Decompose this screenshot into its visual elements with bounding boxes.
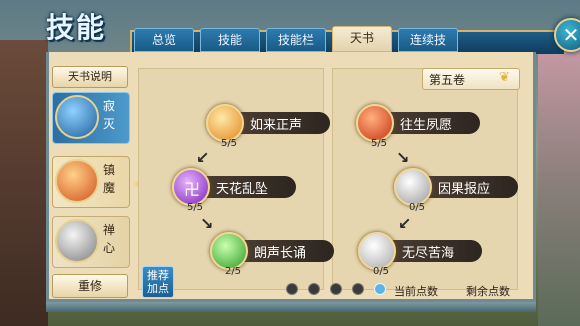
ribbon-icon: ❦ [499,70,510,85]
link-arrow-icon: ↙ [196,148,210,167]
background-left [0,40,48,326]
page-dot[interactable] [352,283,364,295]
skill-count: 0/5 [372,266,390,277]
tab-skills[interactable]: 技能 [200,28,260,52]
skill-name: 往生夙愿 [400,118,453,133]
close-button[interactable]: ✕ [554,18,580,52]
reset-button[interactable]: 重修 [52,274,128,298]
skill-name: 因果报应 [438,182,491,197]
golden-flame-icon [206,104,244,142]
current-points-label: 当前点数 [394,285,438,298]
skill-count: 5/5 [370,138,388,149]
book-label: 镇魔 [103,163,116,195]
swastika-icon: 卍 [172,168,210,206]
page-dot[interactable] [330,283,342,295]
zen-face-icon [55,219,99,263]
link-arrow-icon: ↙ [398,214,412,233]
book-description-button[interactable]: 天书说明 [52,66,128,88]
tab-strip: 总览 技能 技能栏 天书 连续技 [134,26,458,52]
skill-node-tianhua-luanzhui[interactable]: 卍 天花乱坠 5/5 [172,168,362,213]
swirl-rune-icon [55,95,99,139]
skill-count: 5/5 [220,138,238,149]
swastika-glyph: 卍 [184,180,201,199]
red-lotus-icon [356,104,394,142]
skill-name: 朗声长诵 [254,246,307,261]
volume-label: 第五卷 [429,73,466,87]
page-dot-active[interactable] [374,283,386,295]
skill-count: 5/5 [186,202,204,213]
grey-swirl-icon [394,168,432,206]
link-arrow-icon: ↘ [396,148,410,167]
grey-wave-icon [358,232,396,270]
skill-node-yinguo-baoying[interactable]: 因果报应 0/5 [394,168,580,213]
skill-name: 无尽苦海 [402,246,455,261]
demon-face-icon [55,159,99,203]
window-title: 技能 [46,11,107,44]
tab-combo[interactable]: 连续技 [398,28,458,52]
book-label: 禅心 [103,223,116,255]
book-label: 寂灭 [103,99,116,131]
book-sidebar: 天书说明 寂灭 镇魔 禅心 重修 [50,62,132,302]
page-indicator [286,283,386,295]
book-item-chanxin[interactable]: 禅心 [52,216,130,268]
book-item-jimie[interactable]: 寂灭 [52,92,130,144]
close-icon: ✕ [562,23,580,47]
skill-node-wangsheng-suyuan[interactable]: 往生夙愿 5/5 [356,104,546,149]
skill-node-wujin-kuhai[interactable]: 无尽苦海 0/5 [358,232,548,277]
volume-selector[interactable]: 第五卷 ❦ [422,68,520,90]
tab-overview[interactable]: 总览 [134,28,194,52]
page-dot[interactable] [286,283,298,295]
remaining-points-label: 剩余点数 [466,285,510,298]
skill-name: 如来正声 [250,118,303,133]
skill-name: 天花乱坠 [216,182,269,197]
window-header: 技能 总览 技能 技能栏 天书 连续技 ✕ [40,0,580,54]
link-arrow-icon: ↘ [200,214,214,233]
panel-bottom-frame [46,302,536,312]
page-dot[interactable] [308,283,320,295]
book-item-zhenmo[interactable]: 镇魔 [52,156,130,208]
tab-skill-bar[interactable]: 技能栏 [266,28,326,52]
tab-heavenly-book[interactable]: 天书 [332,26,392,52]
green-burst-icon [210,232,248,270]
skill-count: 2/5 [224,266,242,277]
recommend-points-button[interactable]: 推荐 加点 [142,266,174,298]
skill-count: 0/5 [408,202,426,213]
